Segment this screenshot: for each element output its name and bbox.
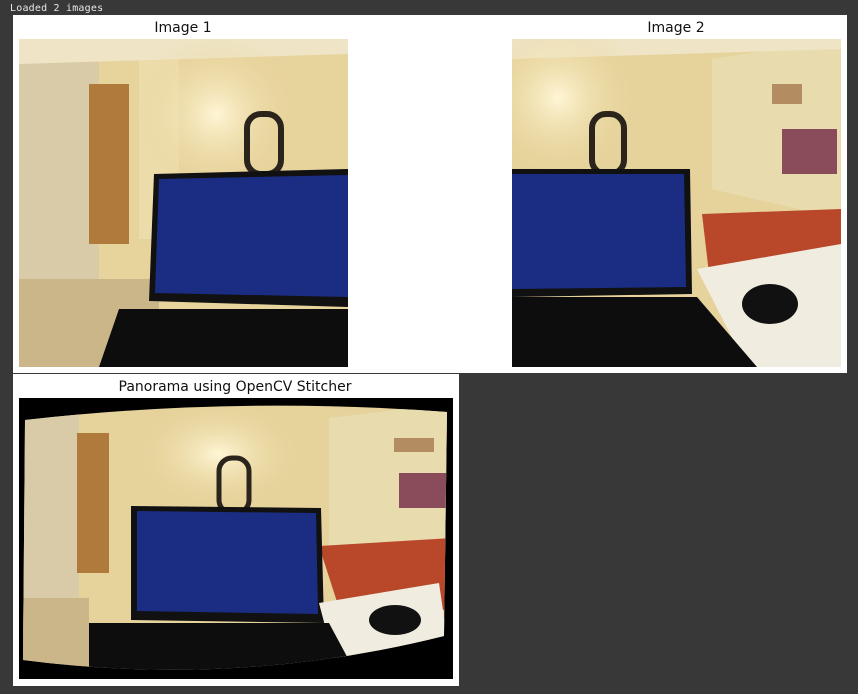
panorama-photo (19, 398, 453, 679)
image2-photo (512, 39, 841, 367)
panorama-title: Panorama using OpenCV Stitcher (118, 379, 352, 395)
image1-photo (19, 39, 348, 367)
figure-panorama: Panorama using OpenCV Stitcher (13, 374, 459, 686)
image1-title: Image 1 (154, 20, 212, 36)
image2-title: Image 2 (647, 20, 705, 36)
figure-input-images: Image 1 Image 2 (13, 15, 847, 373)
console-output: Loaded 2 images (10, 3, 104, 14)
